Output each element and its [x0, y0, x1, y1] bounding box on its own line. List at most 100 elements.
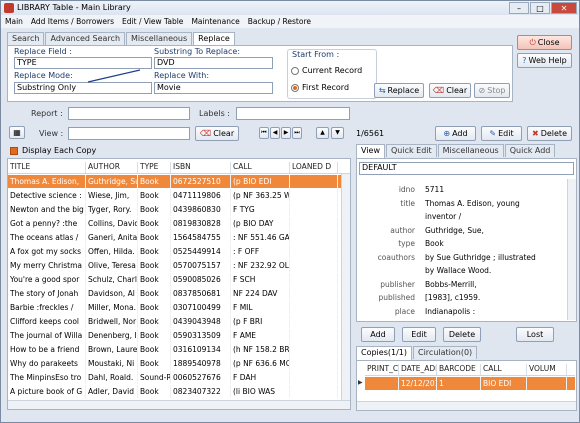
menu-backup[interactable]: Backup / Restore [248, 15, 311, 28]
report-select[interactable] [68, 107, 190, 120]
clear-view-button[interactable]: ⌫ Clear [195, 126, 239, 141]
table-cell: Book [138, 315, 171, 328]
close-window-button[interactable]: ✕ [551, 2, 577, 14]
last-record-icon[interactable]: ⏭ [292, 127, 302, 139]
table-row[interactable]: How to be a friend Brown, Laure Book 031610… [8, 343, 350, 356]
table-row[interactable]: Got a penny? :the Collins, David Book 08198… [8, 217, 350, 230]
copies-col-date[interactable]: DATE_ADD [399, 364, 437, 375]
display-each-copy-label: Display Each Copy [22, 146, 97, 155]
menu-edit-view[interactable]: Edit / View Table [122, 15, 183, 28]
next-record-icon[interactable]: ▶ [281, 127, 291, 139]
substring-input[interactable]: DVD [154, 57, 273, 69]
table-row[interactable]: The MinpinsEso tro Dahl, Roald. Sound-R 006… [8, 371, 350, 384]
tab-quick-edit[interactable]: Quick Edit [385, 144, 437, 157]
tab-search[interactable]: Search [7, 32, 45, 45]
row-pointer-icon: ▶ [358, 379, 363, 386]
table-cell: 0439043948 [171, 315, 231, 328]
col-call[interactable]: CALL [231, 162, 290, 173]
web-help-button[interactable]: ? Web Help [517, 53, 572, 68]
first-record-icon[interactable]: ⏮ [259, 127, 269, 139]
tab-replace[interactable]: Replace [193, 32, 235, 46]
col-isbn[interactable]: ISBN [171, 162, 231, 173]
delete-copy-button[interactable]: Delete [443, 327, 481, 342]
menu-main[interactable]: Main [5, 15, 23, 28]
table-cell [290, 245, 338, 258]
table-row[interactable]: The story of Jonah Davidson, Al Book 083785… [8, 287, 350, 300]
detail-value: Thomas A. Edison, young [425, 198, 520, 208]
sort-up-icon[interactable]: ▲ [316, 127, 329, 139]
table-row[interactable]: The oceans atlas / Ganeri, Anita Book 15645… [8, 231, 350, 244]
labels-select[interactable] [236, 107, 350, 120]
copies-scrollbar[interactable] [357, 401, 576, 410]
col-author[interactable]: AUTHOR [86, 162, 138, 173]
delete-record-button[interactable]: ✖ Delete [527, 126, 572, 141]
view-layout-select[interactable]: DEFAULT [359, 162, 574, 175]
col-type[interactable]: TYPE [138, 162, 171, 173]
table-cell: 0837850681 [171, 287, 231, 300]
close-button[interactable]: ⏻ Close [517, 35, 572, 50]
tab-misc[interactable]: Miscellaneous [437, 144, 504, 157]
minimize-button[interactable]: – [509, 2, 529, 14]
copy-cell: 1 [437, 377, 481, 390]
detail-value: Bobbs-Merrill, [425, 279, 477, 289]
table-cell: (li BIO WAS [231, 385, 290, 398]
table-row[interactable]: You're a good spor Schulz, Charl Book 05900… [8, 273, 350, 286]
col-title[interactable]: TITLE [8, 162, 86, 173]
table-row[interactable]: Newton and the big Tyger, Rory. Book 043986… [8, 203, 350, 216]
tab-miscellaneous[interactable]: Miscellaneous [126, 32, 193, 45]
lost-copy-button[interactable]: Lost [516, 327, 554, 342]
grid-header: TITLE AUTHOR TYPE ISBN CALL LOANED D [8, 162, 350, 174]
menu-add-items[interactable]: Add Items / Borrowers [31, 15, 114, 28]
edit-icon: ✎ [489, 129, 497, 138]
detail-scrollbar[interactable] [567, 179, 576, 320]
clear-replace-button[interactable]: ⌫ Clear [429, 83, 471, 98]
col-loaned[interactable]: LOANED D [290, 162, 338, 173]
tab-copies[interactable]: Copies(1/1) [356, 346, 412, 360]
table-row[interactable]: Clifford keeps cool Bridwell, Nor Book 0439… [8, 315, 350, 328]
table-row[interactable]: Barbie :freckles / Miller, Mona. Book 03071… [8, 301, 350, 314]
copies-col-print[interactable]: PRINT_C [365, 364, 399, 375]
add-copy-button[interactable]: Add [361, 327, 395, 342]
grid-vertical-scrollbar[interactable] [341, 174, 350, 400]
calendar-icon[interactable]: ▦ [9, 126, 25, 139]
table-row[interactable]: A picture book of G Adler, David Book 08234… [8, 385, 350, 398]
tab-advanced-search[interactable]: Advanced Search [45, 32, 126, 45]
maximize-button[interactable]: □ [530, 2, 550, 14]
table-cell: 0316109134 [171, 343, 231, 356]
stop-button[interactable]: ⊘ Stop [474, 83, 510, 98]
table-row[interactable]: The journal of Willa Denenberg, I Book 0590… [8, 329, 350, 342]
copies-col-volume[interactable]: VOLUM [527, 364, 567, 375]
copy-tabs: Copies(1/1) Circulation(0) [356, 346, 478, 360]
edit-record-button[interactable]: ✎ Edit [481, 126, 522, 141]
copy-row[interactable]: 12/12/2016 1 BIO EDI [365, 377, 575, 390]
table-cell: NF 224 DAV [231, 287, 290, 300]
tab-circulation[interactable]: Circulation(0) [413, 346, 478, 359]
tab-quick-add[interactable]: Quick Add [504, 144, 556, 157]
detail-value: by Wallace Wood. [425, 266, 492, 275]
table-row[interactable]: My merry Christma Olive, Teresa Book 057007… [8, 259, 350, 272]
table-row[interactable]: Detective science : Wiese, Jim, Book 047111… [8, 189, 350, 202]
sort-down-icon[interactable]: ▼ [331, 127, 344, 139]
display-each-copy-checkbox[interactable] [10, 147, 18, 155]
first-record-radio[interactable] [291, 84, 299, 92]
current-record-radio[interactable] [291, 67, 299, 75]
table-row[interactable]: Why do parakeets Moustaki, Ni Book 18895409… [8, 357, 350, 370]
annotation-stroke [87, 69, 141, 83]
copies-col-call[interactable]: CALL [481, 364, 527, 375]
tab-view[interactable]: View [356, 144, 385, 158]
menu-maintenance[interactable]: Maintenance [191, 15, 239, 28]
table-row[interactable]: A fox got my socks Offen, Hilda. Book 05254… [8, 245, 350, 258]
table-cell: The MinpinsEso tro [8, 371, 86, 384]
detail-value: by Sue Guthridge ; illustrated [425, 252, 536, 262]
edit-copy-button[interactable]: Edit [402, 327, 436, 342]
table-cell: Collins, David [88, 217, 138, 230]
add-record-button[interactable]: ⊕ Add [435, 126, 476, 141]
view-select[interactable] [68, 127, 190, 140]
replace-button[interactable]: ⇆ Replace [374, 83, 424, 98]
table-row[interactable]: Thomas A. Edison, Guthridge, Su Book 067252… [8, 175, 350, 188]
table-cell: Book [138, 231, 171, 244]
replace-with-input[interactable]: Movie [154, 82, 273, 94]
copies-col-barcode[interactable]: BARCODE [437, 364, 481, 375]
grid-horizontal-scrollbar[interactable] [8, 400, 350, 409]
prev-record-icon[interactable]: ◀ [270, 127, 280, 139]
